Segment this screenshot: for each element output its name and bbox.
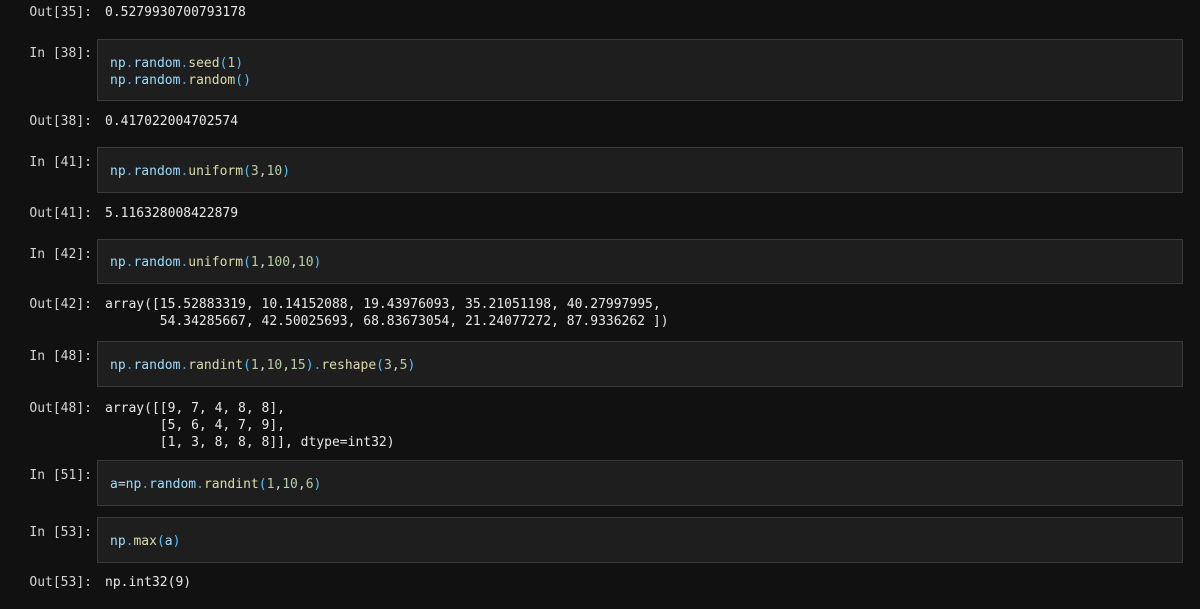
code-line: a=np.random.randint(1,10,6) xyxy=(110,477,322,492)
code-line: np.random.uniform(3,10) xyxy=(110,164,291,179)
output-prompt: Out[48]: xyxy=(29,401,92,416)
code-cell[interactable]: a=np.random.randint(1,10,6) xyxy=(97,460,1183,506)
output-text: 5.116328008422879 xyxy=(105,206,239,221)
input-prompt: In [38]: xyxy=(29,46,92,61)
output-prompt: Out[42]: xyxy=(29,297,92,312)
code-line: np.random.random() xyxy=(110,73,251,88)
output-text: array([15.52883319, 10.14152088, 19.4397… xyxy=(105,297,669,329)
code-line: np.random.uniform(1,100,10) xyxy=(110,255,322,270)
output-prompt: Out[38]: xyxy=(29,114,92,129)
code-cell[interactable]: np.random.seed(1) np.random.random() xyxy=(97,39,1183,101)
code-cell[interactable]: np.random.uniform(1,100,10) xyxy=(97,239,1183,284)
input-prompt: In [41]: xyxy=(29,155,92,170)
code-cell[interactable]: np.max(a) xyxy=(97,517,1183,563)
input-prompt: In [42]: xyxy=(29,247,92,262)
output-prompt: Out[53]: xyxy=(29,575,92,590)
code-cell[interactable]: np.random.uniform(3,10) xyxy=(97,147,1183,193)
output-text: 0.417022004702574 xyxy=(105,114,239,129)
output-text: 0.5279930700793178 xyxy=(105,5,246,20)
code-cell[interactable]: np.random.randint(1,10,15).reshape(3,5) xyxy=(97,341,1183,387)
input-prompt: In [53]: xyxy=(29,525,92,540)
code-line: np.max(a) xyxy=(110,534,181,549)
output-prompt: Out[35]: xyxy=(29,5,92,20)
output-prompt: Out[41]: xyxy=(29,206,92,221)
input-prompt: In [48]: xyxy=(29,349,92,364)
output-text: array([[9, 7, 4, 8, 8], [5, 6, 4, 7, 9],… xyxy=(105,401,395,450)
input-prompt: In [51]: xyxy=(29,468,92,483)
output-text: np.int32(9) xyxy=(105,575,192,590)
code-line: np.random.seed(1) xyxy=(110,56,244,71)
code-line: np.random.randint(1,10,15).reshape(3,5) xyxy=(110,358,416,373)
